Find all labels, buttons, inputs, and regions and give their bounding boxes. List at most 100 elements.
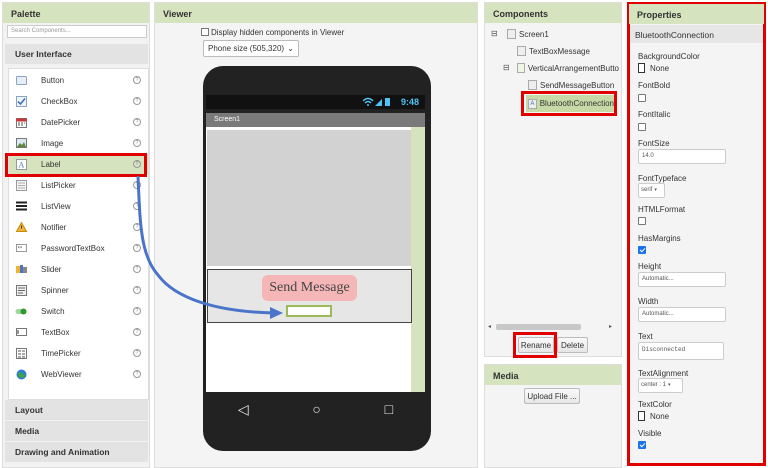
font-bold-checkbox[interactable] <box>638 94 646 102</box>
palette-item-label: WebViewer <box>41 369 82 379</box>
help-icon[interactable]: ? <box>133 118 141 126</box>
tree-node-screen1[interactable]: Screen1 <box>507 29 549 39</box>
section-drawing-animation[interactable]: Drawing and Animation <box>5 442 148 462</box>
text-color-swatch[interactable] <box>638 411 645 421</box>
recent-apps-icon[interactable]: □ <box>385 401 393 417</box>
palette-item-label: Switch <box>41 306 65 316</box>
tree-node-verticalarrangement[interactable]: VerticalArrangementButto <box>517 63 619 73</box>
palette-item-label: Spinner <box>41 285 69 295</box>
send-message-button[interactable]: Send Message <box>262 275 357 301</box>
palette-item-label: ListPicker <box>41 180 76 190</box>
section-layout[interactable]: Layout <box>5 400 148 420</box>
palette-item-slider[interactable]: Slider ? <box>9 259 148 279</box>
help-icon[interactable]: ? <box>133 202 141 210</box>
help-icon[interactable]: ? <box>133 307 141 315</box>
palette-item-label: CheckBox <box>41 96 78 106</box>
delete-button[interactable]: Delete <box>557 337 588 353</box>
help-icon[interactable]: ? <box>133 181 141 189</box>
home-icon[interactable]: ○ <box>312 401 320 417</box>
phone-size-value: Phone size (505,320) <box>208 44 285 53</box>
width-input[interactable]: Automatic... <box>638 307 726 322</box>
help-icon[interactable]: ? <box>133 286 141 294</box>
spinner-icon <box>15 284 27 296</box>
status-bar: 9:48 <box>206 95 425 109</box>
help-icon[interactable]: ? <box>133 244 141 252</box>
chevron-down-icon: ⌄ <box>287 44 294 53</box>
help-icon[interactable]: ? <box>133 265 141 273</box>
webviewer-icon <box>15 369 27 380</box>
palette-item-timepicker[interactable]: TimePicker ? <box>9 343 148 363</box>
palette-item-spinner[interactable]: Spinner ? <box>9 280 148 300</box>
notifier-icon <box>15 222 27 233</box>
palette-item-notifier[interactable]: Notifier ? <box>9 217 148 237</box>
label-highlight-box <box>5 153 147 177</box>
tree-node-label: TextBoxMessage <box>529 46 590 56</box>
signal-battery-icon <box>363 97 390 106</box>
font-typeface-value: serif <box>641 187 653 193</box>
palette-item-list: Button ? CheckBox ? DatePicker ? Image ?… <box>8 68 149 400</box>
font-size-input[interactable]: 14.0 <box>638 149 726 164</box>
properties-title: Properties <box>629 4 764 24</box>
palette-item-checkbox[interactable]: CheckBox ? <box>9 91 148 111</box>
visible-label: Visible <box>638 429 662 438</box>
section-user-interface[interactable]: User Interface <box>5 44 148 64</box>
scrollbar-thumb[interactable] <box>496 324 581 330</box>
font-typeface-select[interactable]: serif ▾ <box>638 183 665 198</box>
html-format-label: HTMLFormat <box>638 205 686 214</box>
palette-item-listpicker[interactable]: ListPicker ? <box>9 175 148 195</box>
help-icon[interactable]: ? <box>133 349 141 357</box>
palette-item-label: DatePicker <box>41 117 81 127</box>
text-color-value[interactable]: None <box>650 412 669 421</box>
tree-node-textboxmessage[interactable]: TextBoxMessage <box>517 46 590 56</box>
upload-file-button[interactable]: Upload File ... <box>524 388 580 404</box>
screen-icon <box>507 29 516 39</box>
collapse-arrangement-icon[interactable]: ⊟ <box>503 63 510 72</box>
hidden-components-checkbox[interactable] <box>201 28 209 36</box>
palette-item-textbox[interactable]: TextBox ? <box>9 322 148 342</box>
horizontal-scrollbar[interactable]: ◂ ▸ <box>488 323 616 331</box>
text-alignment-select[interactable]: center : 1 ▾ <box>638 378 683 393</box>
arrangement-icon <box>517 63 525 73</box>
back-icon[interactable]: ◁ <box>238 401 249 418</box>
scroll-left-icon[interactable]: ◂ <box>488 323 491 330</box>
help-icon[interactable]: ? <box>133 76 141 84</box>
textbox-message-placeholder <box>207 130 411 266</box>
help-icon[interactable]: ? <box>133 223 141 231</box>
scroll-right-icon[interactable]: ▸ <box>609 323 612 330</box>
html-format-checkbox[interactable] <box>638 217 646 225</box>
screen-title-bar: Screen1 <box>206 113 425 127</box>
media-panel: Media <box>484 364 622 468</box>
font-italic-checkbox[interactable] <box>638 123 646 131</box>
background-color-value[interactable]: None <box>650 64 669 73</box>
text-alignment-label: TextAlignment <box>638 369 689 378</box>
palette-item-switch[interactable]: Switch ? <box>9 301 148 321</box>
visible-checkbox[interactable] <box>638 441 646 449</box>
help-icon[interactable]: ? <box>133 139 141 147</box>
palette-item-button[interactable]: Button ? <box>9 70 148 90</box>
tree-node-sendmessagebutton[interactable]: SendMessageButton <box>528 80 614 90</box>
phone-size-select[interactable]: Phone size (505,320) ⌄ <box>203 40 299 57</box>
properties-panel: Properties BluetoothConnection Backgroun… <box>627 2 766 466</box>
height-input[interactable]: Automatic... <box>638 272 726 287</box>
has-margins-checkbox[interactable] <box>638 246 646 254</box>
palette-item-datepicker[interactable]: DatePicker ? <box>9 112 148 132</box>
text-input[interactable]: Disconnected <box>638 342 724 360</box>
text-alignment-value: center : 1 <box>641 382 667 388</box>
palette-item-webviewer[interactable]: WebViewer ? <box>9 364 148 384</box>
help-icon[interactable]: ? <box>133 328 141 336</box>
textbox-icon <box>15 327 27 338</box>
palette-item-image[interactable]: Image ? <box>9 133 148 153</box>
background-color-swatch[interactable] <box>638 63 645 73</box>
palette-item-label: PasswordTextBox <box>41 243 105 253</box>
palette-search-input[interactable]: Search Components... <box>7 25 147 38</box>
section-media[interactable]: Media <box>5 421 148 441</box>
screen-scrollbar[interactable] <box>411 127 425 392</box>
help-icon[interactable]: ? <box>133 370 141 378</box>
palette-item-passwordtextbox[interactable]: ** PasswordTextBox ? <box>9 238 148 258</box>
button-icon <box>528 80 537 90</box>
palette-item-listview[interactable]: ListView ? <box>9 196 148 216</box>
bluetooth-connection-label-preview <box>286 305 332 317</box>
help-icon[interactable]: ? <box>133 97 141 105</box>
nav-bar: ◁ ○ □ <box>206 392 425 426</box>
collapse-screen1-icon[interactable]: ⊟ <box>491 29 498 38</box>
